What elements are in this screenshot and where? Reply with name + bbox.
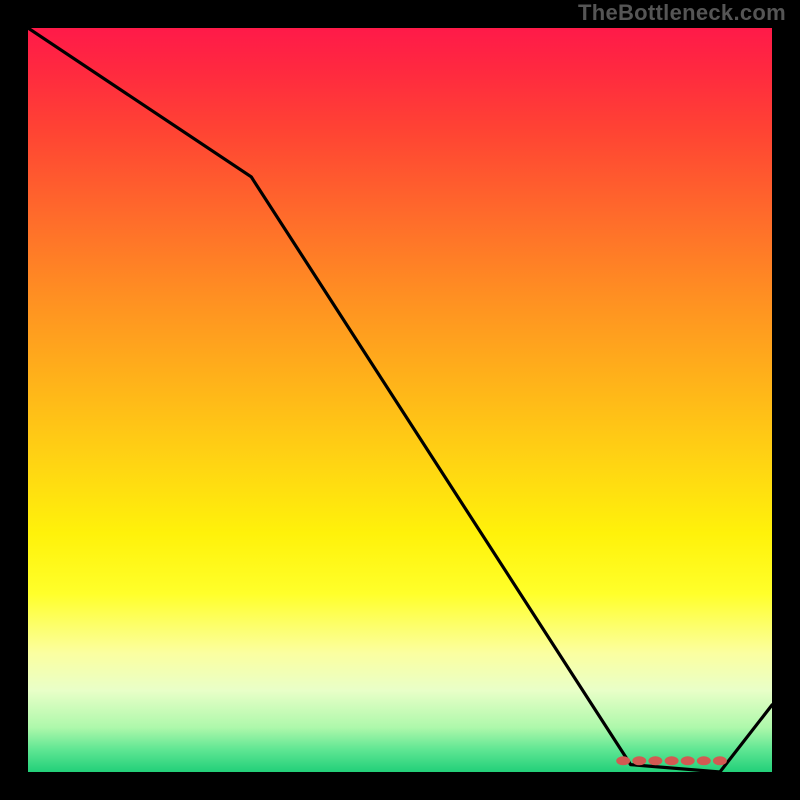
chart-frame: TheBottleneck.com	[0, 0, 800, 800]
trough-marker	[713, 756, 727, 765]
bottleneck-curve	[28, 28, 772, 772]
plot-area	[28, 28, 772, 772]
trough-marker	[697, 756, 711, 765]
trough-marker	[681, 756, 695, 765]
trough-marker	[632, 756, 646, 765]
curve-line	[28, 28, 772, 772]
trough-marker	[665, 756, 679, 765]
attribution-label: TheBottleneck.com	[578, 0, 786, 26]
trough-marker	[616, 756, 630, 765]
trough-marker	[648, 756, 662, 765]
